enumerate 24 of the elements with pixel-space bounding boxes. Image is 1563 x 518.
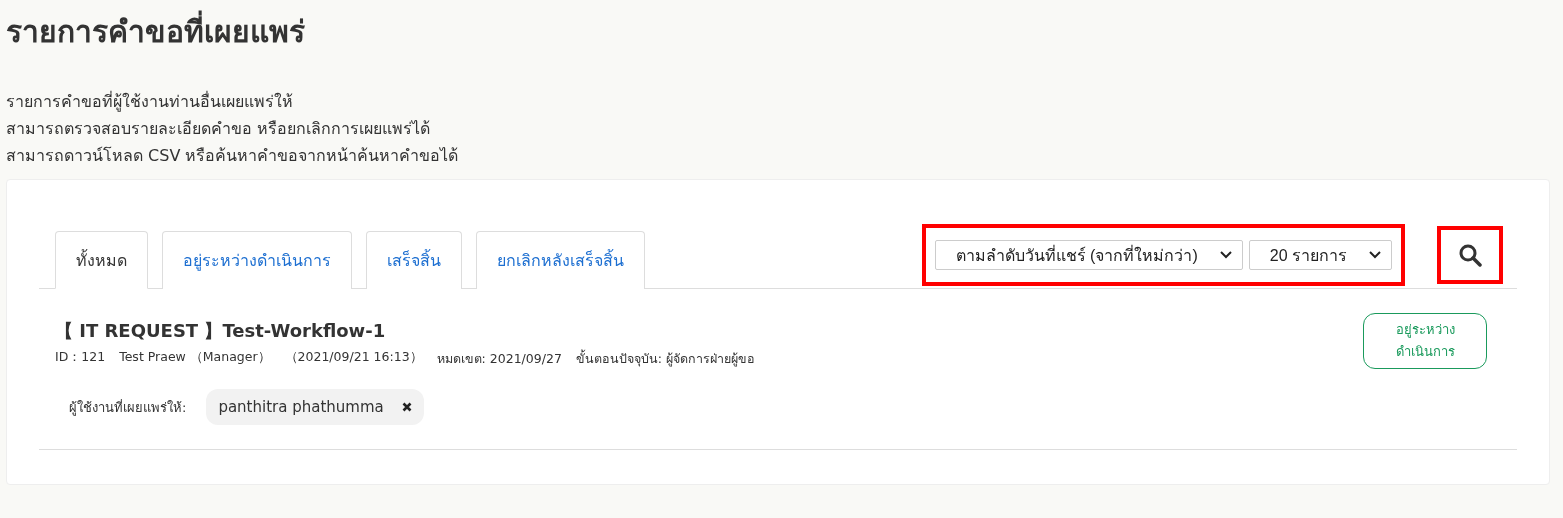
tab[interactable]: เสร็จสิ้น bbox=[366, 231, 462, 289]
description-line: รายการคำขอที่ผู้ใช้งานท่านอื่นเผยแพร่ให้ bbox=[6, 90, 294, 114]
user-name: panthitra phathumma bbox=[218, 398, 384, 416]
request-meta: ขั้นตอนปัจจุบัน: ผู้จัดการฝ่ายผู้ขอ bbox=[575, 349, 756, 369]
description-line: สามารถดาวน์โหลด CSV หรือค้นหาคำขอจากหน้าค้นหาคำขอได้ bbox=[6, 145, 460, 167]
tab[interactable]: อยู่ระหว่างดำเนินการ bbox=[162, 231, 352, 289]
request-meta: หมดเขต: 2021/09/27 bbox=[436, 350, 562, 368]
request-meta: （2021/09/21 16:13） bbox=[284, 349, 423, 366]
shared-label: ผู้ใช้งานที่เผยแพร่ให้: bbox=[69, 398, 187, 418]
request-meta: ID：121 bbox=[55, 349, 106, 366]
search-icon bbox=[1458, 243, 1482, 267]
chevron-icon bbox=[1219, 251, 1232, 259]
search-button[interactable] bbox=[1437, 226, 1503, 284]
request-meta: Test Praew （Manager） bbox=[119, 349, 271, 366]
remove-icon[interactable] bbox=[401, 402, 412, 412]
request-title[interactable]: 【 IT REQUEST 】Test-Workflow-1 bbox=[55, 319, 756, 343]
tab[interactable]: ทั้งหมด bbox=[55, 231, 148, 289]
page-size-dropdown[interactable]: 20 รายการ bbox=[1248, 240, 1392, 270]
chevron-icon bbox=[1369, 251, 1381, 259]
sort-dropdown[interactable]: ตามลำดับวันที่แชร์ (จากที่ใหม่กว่า) bbox=[934, 240, 1243, 270]
description-line: สามารถตรวจสอบรายละเอียดคำขอ หรือยกเลิกการเผยแพร่ได้ bbox=[6, 118, 432, 140]
status-badge: อยู่ระหว่างดำเนินการ bbox=[1363, 313, 1487, 369]
page-title: รายการคำขอที่เผยแพร่ bbox=[6, 12, 1557, 52]
tab[interactable]: ยกเลิกหลังเสร็จสิ้น bbox=[476, 231, 645, 289]
